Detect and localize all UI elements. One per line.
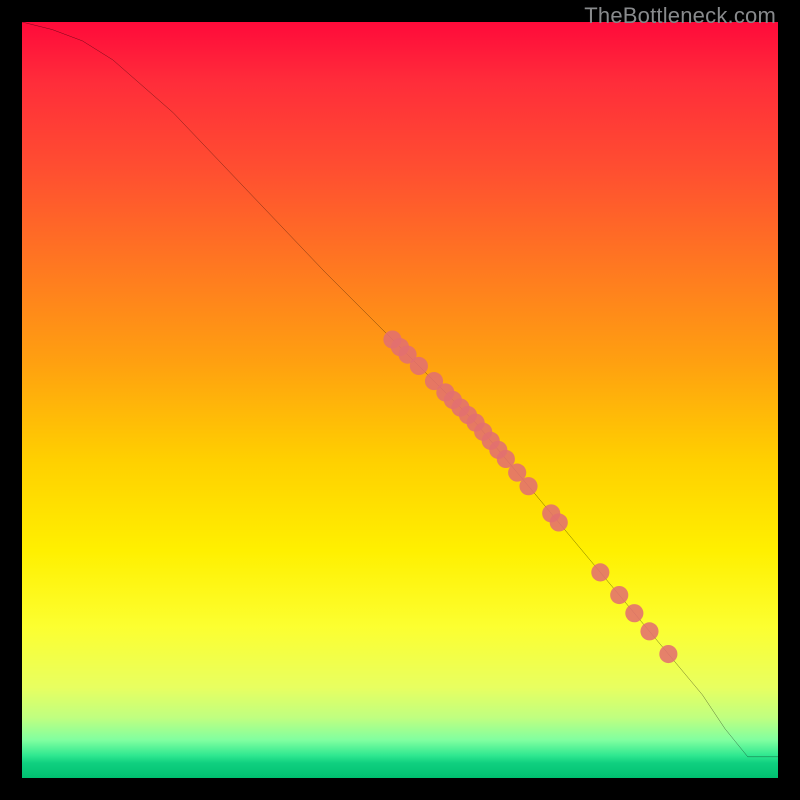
chart-point	[591, 563, 609, 581]
chart-point	[519, 477, 537, 495]
chart-point	[550, 513, 568, 531]
chart-point	[410, 357, 428, 375]
chart-point	[640, 622, 658, 640]
chart-svg	[22, 22, 778, 778]
chart-plot-area	[22, 22, 778, 778]
chart-points-group	[383, 330, 677, 663]
chart-point	[610, 586, 628, 604]
chart-point	[659, 645, 677, 663]
chart-point	[625, 604, 643, 622]
chart-frame: TheBottleneck.com	[0, 0, 800, 800]
